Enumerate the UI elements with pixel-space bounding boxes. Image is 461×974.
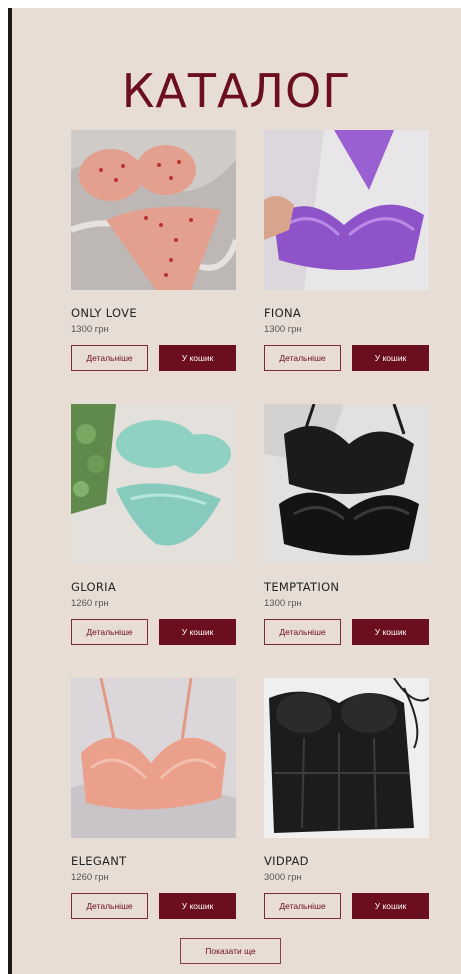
product-name: ELEGANT	[71, 854, 127, 868]
product-price: 1300 грн	[264, 324, 302, 335]
product-name: ONLY LOVE	[71, 306, 137, 320]
product-name: FIONA	[264, 306, 302, 320]
details-button[interactable]: Детальніше	[71, 893, 148, 919]
product-card-only-love: ONLY LOVE 1300 грн Детальніше У кошик	[71, 130, 236, 371]
page-title: КАТАЛОГ	[121, 63, 352, 118]
add-to-cart-button[interactable]: У кошик	[352, 619, 429, 645]
details-button[interactable]: Детальніше	[71, 345, 148, 371]
details-button[interactable]: Детальніше	[71, 619, 148, 645]
product-card-fiona: FIONA 1300 грн Детальніше У кошик	[264, 130, 429, 371]
load-more-button[interactable]: Показати ще	[180, 938, 281, 964]
product-price: 1300 грн	[264, 598, 302, 609]
product-image[interactable]	[71, 678, 236, 838]
add-to-cart-button[interactable]: У кошик	[159, 345, 236, 371]
product-price: 1260 грн	[71, 872, 109, 883]
add-to-cart-button[interactable]: У кошик	[159, 619, 236, 645]
product-image[interactable]	[264, 130, 429, 290]
product-image[interactable]	[264, 404, 429, 564]
product-image[interactable]	[264, 678, 429, 838]
product-card-temptation: TEMPTATION 1300 грн Детальніше У кошик	[264, 404, 429, 645]
product-price: 1260 грн	[71, 598, 109, 609]
product-name: TEMPTATION	[264, 580, 340, 594]
details-button[interactable]: Детальніше	[264, 893, 341, 919]
product-image[interactable]	[71, 130, 236, 290]
details-button[interactable]: Детальніше	[264, 345, 341, 371]
product-card-vidpad: VIDPAD 3000 грн Детальніше У кошик	[264, 678, 429, 919]
catalog-page: КАТАЛОГ ONLY LOVE 1300 грн Детальніше У …	[8, 8, 461, 974]
product-price: 3000 грн	[264, 872, 302, 883]
add-to-cart-button[interactable]: У кошик	[352, 345, 429, 371]
add-to-cart-button[interactable]: У кошик	[159, 893, 236, 919]
product-price: 1300 грн	[71, 324, 109, 335]
product-name: VIDPAD	[264, 854, 309, 868]
product-name: GLORIA	[71, 580, 117, 594]
product-card-elegant: ELEGANT 1260 грн Детальніше У кошик	[71, 678, 236, 919]
details-button[interactable]: Детальніше	[264, 619, 341, 645]
add-to-cart-button[interactable]: У кошик	[352, 893, 429, 919]
product-image[interactable]	[71, 404, 236, 564]
product-card-gloria: GLORIA 1260 грн Детальніше У кошик	[71, 404, 236, 645]
